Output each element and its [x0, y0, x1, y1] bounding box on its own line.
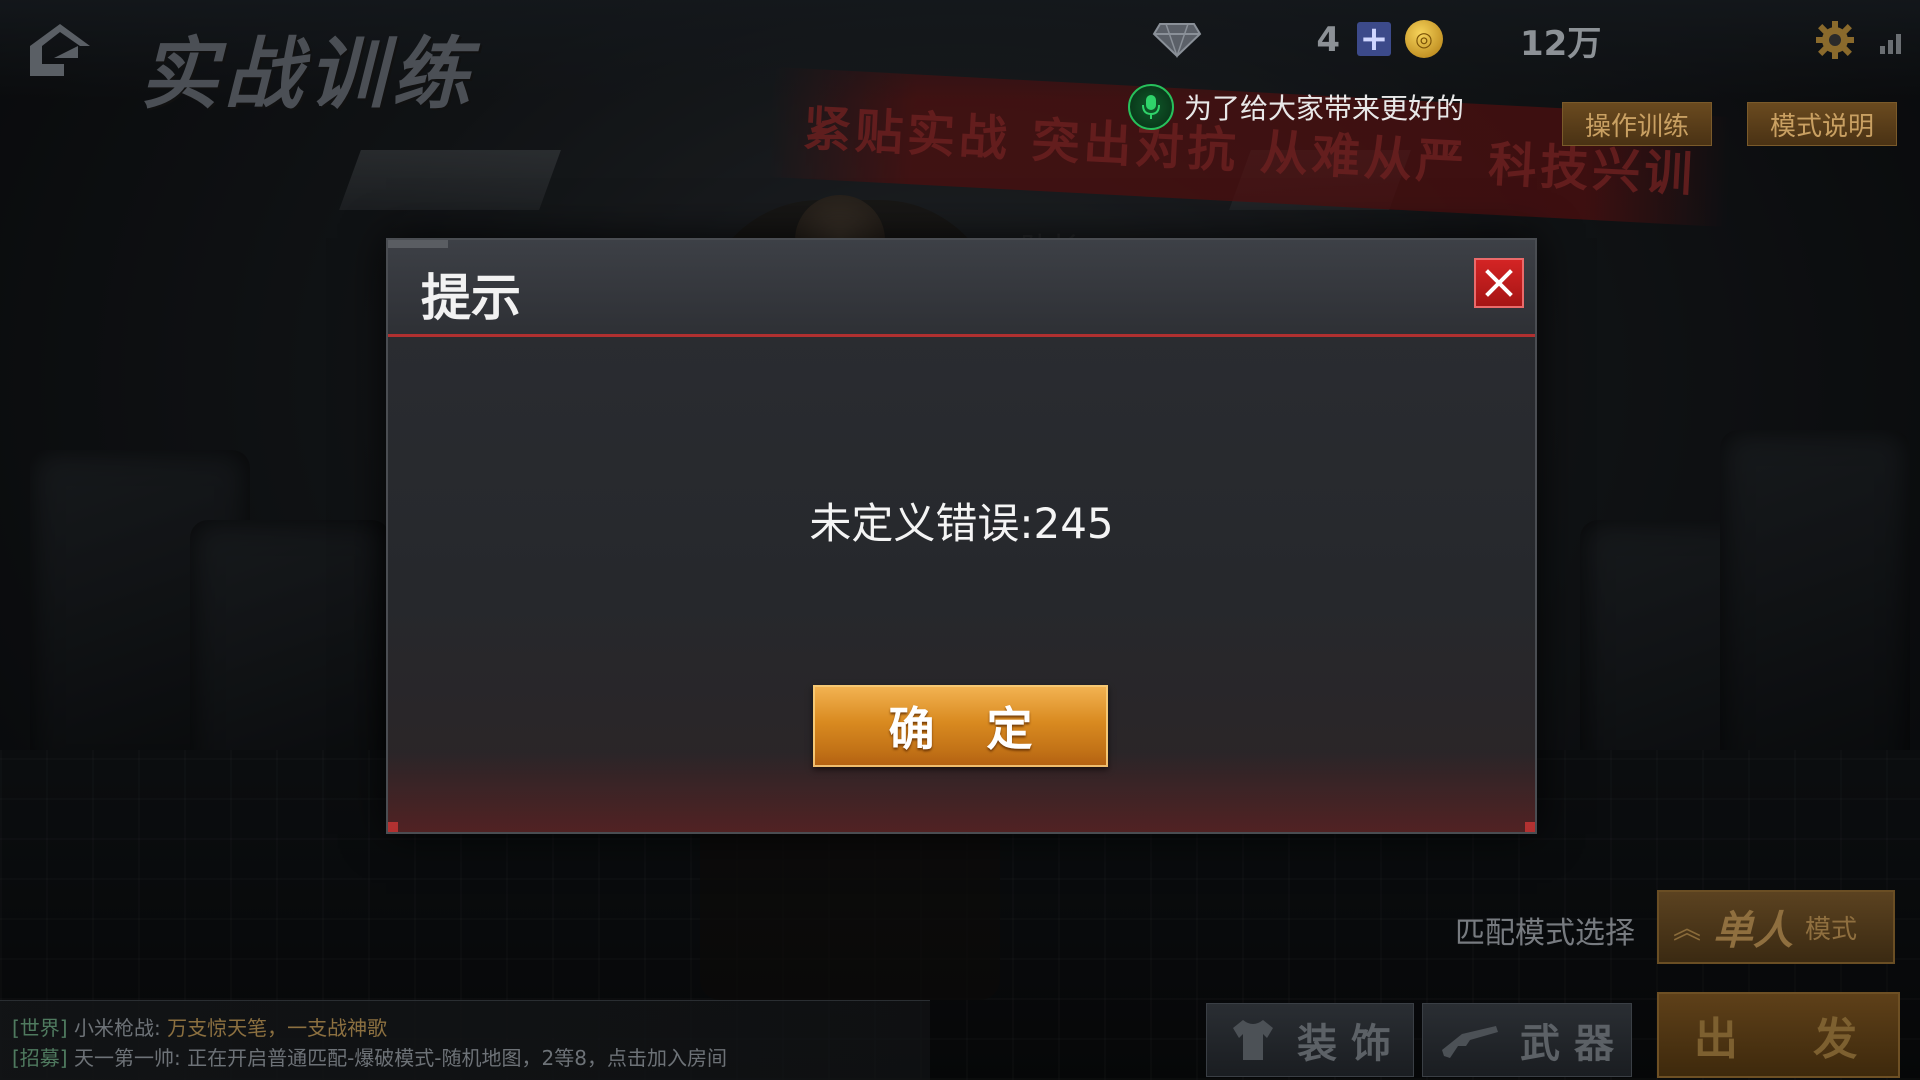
chat-channel: [世界]	[12, 1016, 68, 1040]
weapon-label: 武 器	[1520, 1021, 1614, 1067]
announcement-bar: 为了给大家带来更好的	[1128, 84, 1464, 130]
mode-suffix: 模式	[1805, 914, 1858, 945]
dialog-message: 未定义错误:245	[809, 499, 1114, 548]
dialog-corner	[388, 822, 398, 832]
close-button[interactable]	[1474, 258, 1524, 308]
plus-icon[interactable]: +	[1357, 22, 1391, 56]
match-mode-label: 匹配模式选择	[1455, 916, 1635, 951]
home-button[interactable]	[18, 10, 102, 90]
dialog-title: 提示	[421, 269, 521, 327]
match-mode-button[interactable]: ︽ 单人 模式	[1657, 890, 1895, 964]
weapon-button[interactable]: 武 器	[1422, 1003, 1632, 1077]
chat-text: 万支惊天笔，一支战神歌	[167, 1016, 388, 1040]
mode-description-button[interactable]: 模式说明	[1747, 102, 1897, 146]
announcement-text: 为了给大家带来更好的	[1184, 92, 1465, 125]
close-icon	[1485, 269, 1513, 297]
top-bar: 实战训练 4 + ◎ 12万	[0, 0, 1920, 120]
signal-icon	[1880, 26, 1901, 54]
chat-user: 天一第一帅:	[73, 1046, 181, 1070]
rifle-icon	[1442, 1026, 1499, 1058]
shirt-icon	[1233, 1020, 1274, 1060]
chat-user: 小米枪战:	[73, 1016, 161, 1040]
microphone-icon[interactable]	[1128, 84, 1174, 130]
chat-panel[interactable]: [世界] 小米枪战: 万支惊天笔，一支战神歌 [招募] 天一第一帅: 正在开启普…	[0, 1000, 930, 1080]
start-button[interactable]: 出 发	[1657, 992, 1900, 1078]
page-title: 实战训练	[140, 30, 477, 120]
confirm-button[interactable]: 确 定	[813, 685, 1108, 767]
gem-icon	[1152, 23, 1202, 58]
outfit-button[interactable]: 装 饰	[1206, 1003, 1414, 1077]
chat-channel: [招募]	[12, 1046, 68, 1070]
dialog-corner	[1525, 822, 1535, 832]
home-icon	[30, 24, 90, 76]
settings-icon[interactable]	[1815, 20, 1855, 60]
chevron-up-icon: ︽	[1673, 912, 1702, 945]
gem-count: 4	[1316, 20, 1340, 60]
coin-count: 12万	[1520, 23, 1602, 64]
outfit-label: 装 饰	[1297, 1021, 1391, 1067]
chat-message[interactable]: [招募] 天一第一帅: 正在开启普通匹配-爆破模式-随机地图，2等8，点击加入房…	[12, 1043, 918, 1073]
chat-text[interactable]: 正在开启普通匹配-爆破模式-随机地图，2等8，点击加入房间	[187, 1046, 727, 1070]
chat-message: [世界] 小米枪战: 万支惊天笔，一支战神歌	[12, 1013, 918, 1043]
mode-name: 单人	[1713, 908, 1794, 954]
dialog-header: 提示	[388, 240, 1535, 337]
coin-icon: ◎	[1405, 20, 1443, 58]
operation-training-button[interactable]: 操作训练	[1562, 102, 1712, 146]
alert-dialog: 提示 未定义错误:245 确 定	[386, 238, 1537, 834]
